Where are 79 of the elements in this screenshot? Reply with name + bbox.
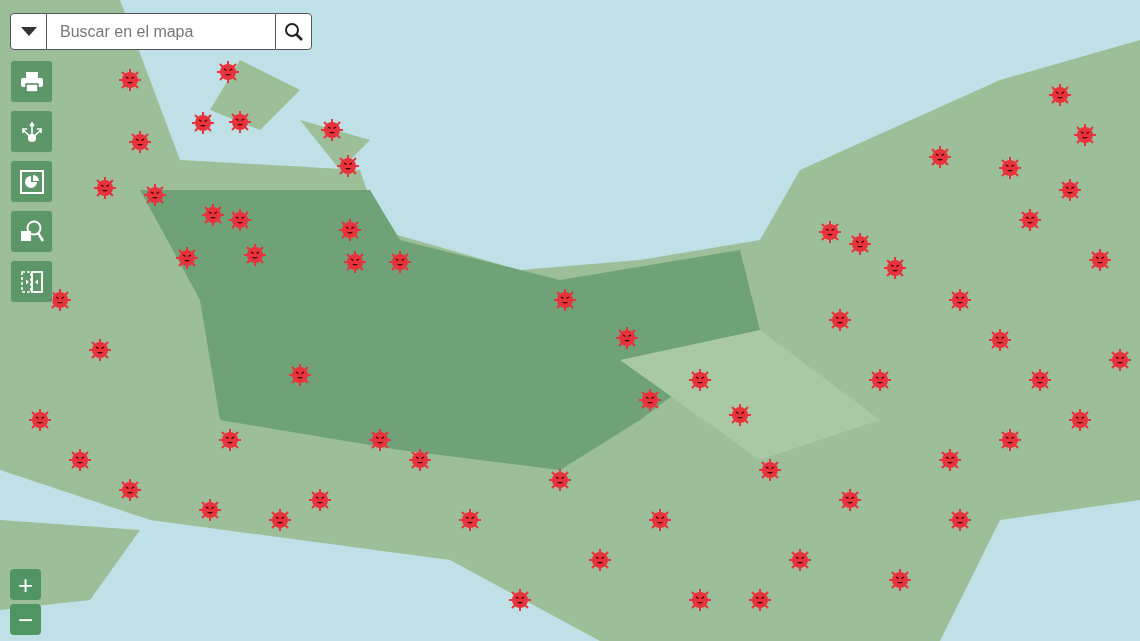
virus-marker-icon[interactable] — [118, 478, 142, 502]
virus-marker-icon[interactable] — [388, 250, 412, 274]
virus-marker-icon[interactable] — [1073, 123, 1097, 147]
virus-marker-icon[interactable] — [338, 218, 362, 242]
virus-marker-icon[interactable] — [201, 203, 225, 227]
query-button[interactable] — [10, 210, 53, 253]
virus-marker-icon[interactable] — [128, 130, 152, 154]
virus-marker-icon[interactable] — [553, 288, 577, 312]
virus-marker-icon[interactable] — [883, 256, 907, 280]
virus-marker-icon[interactable] — [848, 232, 872, 256]
virus-marker-icon[interactable] — [868, 368, 892, 392]
virus-marker-icon[interactable] — [588, 548, 612, 572]
split-view-icon — [19, 269, 44, 294]
virus-marker-icon[interactable] — [268, 508, 292, 532]
virus-marker-icon[interactable] — [928, 145, 952, 169]
virus-marker-icon[interactable] — [228, 110, 252, 134]
virus-marker-icon[interactable] — [688, 588, 712, 612]
virus-marker-icon[interactable] — [1088, 248, 1112, 272]
virus-marker-icon[interactable] — [175, 246, 199, 270]
virus-marker-icon[interactable] — [508, 588, 532, 612]
virus-marker-icon[interactable] — [343, 250, 367, 274]
dropdown-button[interactable] — [10, 13, 47, 50]
compare-button[interactable] — [10, 260, 53, 303]
virus-marker-icon[interactable] — [68, 448, 92, 472]
virus-marker-icon[interactable] — [288, 363, 312, 387]
virus-marker-icon[interactable] — [198, 498, 222, 522]
share-button[interactable] — [10, 110, 53, 153]
virus-marker-icon[interactable] — [1028, 368, 1052, 392]
virus-marker-icon[interactable] — [788, 548, 812, 572]
virus-marker-icon[interactable] — [216, 60, 240, 84]
virus-marker-icon[interactable] — [688, 368, 712, 392]
nodes-icon — [19, 119, 44, 144]
virus-marker-icon[interactable] — [1018, 208, 1042, 232]
pie-chart-icon — [19, 169, 44, 194]
virus-marker-icon[interactable] — [88, 338, 112, 362]
search-field[interactable]: Buscar en el mapa — [47, 13, 275, 50]
virus-marker-icon[interactable] — [243, 243, 267, 267]
virus-marker-icon[interactable] — [336, 154, 360, 178]
virus-marker-icon[interactable] — [1108, 348, 1132, 372]
virus-marker-icon[interactable] — [948, 288, 972, 312]
search-icon — [283, 21, 304, 42]
virus-marker-icon[interactable] — [308, 488, 332, 512]
virus-marker-icon[interactable] — [648, 508, 672, 532]
caret-icon — [20, 27, 37, 36]
virus-marker-icon[interactable] — [818, 220, 842, 244]
virus-marker-icon[interactable] — [118, 68, 142, 92]
virus-marker-icon[interactable] — [28, 408, 52, 432]
virus-marker-icon[interactable] — [1058, 178, 1082, 202]
virus-marker-icon[interactable] — [888, 568, 912, 592]
print-button[interactable] — [10, 60, 53, 103]
virus-marker-icon[interactable] — [548, 468, 572, 492]
virus-marker-icon[interactable] — [93, 176, 117, 200]
chart-button[interactable] — [10, 160, 53, 203]
virus-marker-icon[interactable] — [638, 388, 662, 412]
virus-marker-icon[interactable] — [998, 428, 1022, 452]
virus-marker-icon[interactable] — [758, 458, 782, 482]
virus-marker-icon[interactable] — [368, 428, 392, 452]
virus-marker-icon[interactable] — [458, 508, 482, 532]
virus-marker-icon[interactable] — [1048, 83, 1072, 107]
virus-marker-icon[interactable] — [938, 448, 962, 472]
virus-marker-icon[interactable] — [228, 208, 252, 232]
zoom-out-button[interactable]: − — [10, 604, 41, 635]
virus-marker-icon[interactable] — [191, 111, 215, 135]
virus-marker-icon[interactable] — [838, 488, 862, 512]
printer-icon — [19, 70, 44, 93]
virus-marker-icon[interactable] — [320, 118, 344, 142]
virus-marker-icon[interactable] — [143, 183, 167, 207]
virus-marker-icon[interactable] — [615, 326, 639, 350]
virus-marker-icon[interactable] — [998, 156, 1022, 180]
search-button[interactable] — [275, 13, 312, 50]
zoom-in-button[interactable]: + — [10, 569, 41, 600]
virus-marker-icon[interactable] — [408, 448, 432, 472]
virus-marker-icon[interactable] — [828, 308, 852, 332]
virus-marker-icon[interactable] — [728, 403, 752, 427]
virus-marker-icon[interactable] — [748, 588, 772, 612]
virus-marker-icon[interactable] — [218, 428, 242, 452]
virus-marker-icon[interactable] — [948, 508, 972, 532]
virus-marker-icon[interactable] — [988, 328, 1012, 352]
virus-marker-icon[interactable] — [1068, 408, 1092, 432]
